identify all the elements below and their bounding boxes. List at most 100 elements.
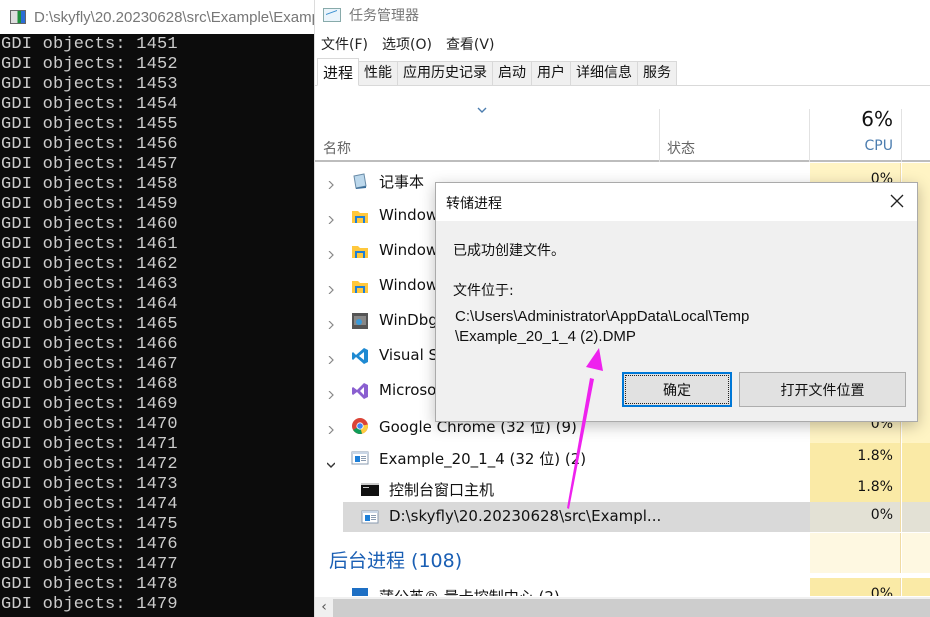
console-title: D:\skyfly\20.20230628\src\Example\Exampl… bbox=[34, 8, 314, 26]
dump-process-dialog: 转储进程 已成功创建文件。 文件位于: C:\Users\Administrat… bbox=[435, 182, 918, 422]
console-line: GDI objects: 1468 bbox=[1, 375, 178, 394]
chrome-icon bbox=[351, 417, 369, 435]
dialog-titlebar[interactable]: 转储进程 bbox=[436, 183, 917, 221]
group-cpu-cell bbox=[810, 533, 901, 573]
app-window-icon bbox=[351, 449, 369, 467]
column-cpu[interactable]: CPU bbox=[865, 138, 893, 154]
chevron-right-icon[interactable] bbox=[327, 209, 335, 225]
scroll-left-button[interactable]: ‹ bbox=[315, 597, 333, 617]
console-line: GDI objects: 1474 bbox=[1, 495, 178, 514]
windbg-icon bbox=[351, 312, 369, 330]
process-row[interactable]: 蒲公英® 量卡控制中心 (2) 0% bbox=[315, 578, 930, 596]
dialog-message: 已成功创建文件。 bbox=[453, 243, 565, 259]
folder-icon bbox=[351, 277, 369, 295]
tab-app-history[interactable]: 应用历史记录 bbox=[397, 61, 494, 85]
tab-processes[interactable]: 进程 bbox=[317, 58, 360, 86]
dialog-title: 转储进程 bbox=[446, 196, 502, 212]
console-line: GDI objects: 1465 bbox=[1, 315, 178, 334]
sort-chevron-icon[interactable] bbox=[477, 105, 487, 115]
process-name: 蒲公英® 量卡控制中心 (2) bbox=[379, 586, 560, 596]
process-row-selected[interactable]: D:\skyfly\20.20230628\src\Exampl... 0% bbox=[315, 502, 930, 532]
console-line: GDI objects: 1466 bbox=[1, 335, 178, 354]
console-line: GDI objects: 1458 bbox=[1, 175, 178, 194]
process-row[interactable]: Example_20_1_4 (32 位) (2) 1.8% bbox=[315, 443, 930, 474]
menu-bar: 文件(F) 选项(O) 查看(V) bbox=[315, 30, 930, 58]
chevron-right-icon[interactable] bbox=[327, 589, 335, 596]
folder-icon bbox=[351, 242, 369, 260]
process-row[interactable]: 控制台窗口主机 1.8% bbox=[315, 474, 930, 502]
chevron-right-icon[interactable] bbox=[327, 244, 335, 260]
visual-studio-icon bbox=[351, 382, 369, 400]
cpu-value: 1.8% bbox=[857, 479, 893, 495]
column-header: 名称 状态 6% CPU bbox=[315, 101, 930, 162]
console-line: GDI objects: 1479 bbox=[1, 595, 178, 614]
tab-startup[interactable]: 启动 bbox=[492, 61, 533, 85]
dump-path-line-1: C:\Users\Administrator\AppData\Local\Tem… bbox=[455, 308, 750, 325]
dump-file-path: C:\Users\Administrator\AppData\Local\Tem… bbox=[455, 307, 749, 347]
app-window-icon bbox=[361, 508, 379, 526]
column-divider[interactable] bbox=[901, 109, 902, 162]
console-line: GDI objects: 1478 bbox=[1, 575, 178, 594]
process-name: 记事本 bbox=[379, 173, 425, 191]
tab-details[interactable]: 详细信息 bbox=[570, 61, 639, 85]
console-line: GDI objects: 1472 bbox=[1, 455, 178, 474]
console-line: GDI objects: 1475 bbox=[1, 515, 178, 534]
notepad-icon bbox=[351, 172, 369, 190]
column-divider[interactable] bbox=[659, 109, 660, 162]
file-location-label: 文件位于: bbox=[453, 283, 514, 299]
scrollbar-thumb[interactable] bbox=[333, 599, 930, 617]
task-manager-title: 任务管理器 bbox=[349, 8, 419, 24]
chevron-down-icon[interactable] bbox=[326, 454, 336, 468]
chevron-right-icon[interactable] bbox=[327, 349, 335, 365]
column-divider[interactable] bbox=[809, 109, 810, 162]
chevron-right-icon[interactable] bbox=[327, 174, 335, 190]
process-name: D:\skyfly\20.20230628\src\Exampl... bbox=[389, 507, 662, 525]
horizontal-scrollbar[interactable]: ‹ bbox=[315, 597, 930, 617]
console-titlebar[interactable]: D:\skyfly\20.20230628\src\Example\Exampl… bbox=[0, 0, 314, 34]
folder-icon bbox=[351, 207, 369, 225]
cpu-value: 0% bbox=[870, 507, 893, 523]
console-line: GDI objects: 1461 bbox=[1, 235, 178, 254]
console-line: GDI objects: 1460 bbox=[1, 215, 178, 234]
dump-path-line-2: \Example_20_1_4 (2).DMP bbox=[455, 328, 636, 345]
console-line: GDI objects: 1467 bbox=[1, 355, 178, 374]
column-status[interactable]: 状态 bbox=[667, 138, 695, 158]
console-line: GDI objects: 1477 bbox=[1, 555, 178, 574]
open-file-location-button[interactable]: 打开文件位置 bbox=[739, 372, 906, 407]
task-manager-titlebar[interactable]: 任务管理器 bbox=[315, 0, 930, 30]
console-line: GDI objects: 1471 bbox=[1, 435, 178, 454]
menu-view[interactable]: 查看(V) bbox=[446, 34, 495, 54]
console-line: GDI objects: 1469 bbox=[1, 395, 178, 414]
console-line: GDI objects: 1463 bbox=[1, 275, 178, 294]
tab-services[interactable]: 服务 bbox=[637, 61, 678, 85]
tab-performance[interactable]: 性能 bbox=[358, 61, 399, 85]
menu-options[interactable]: 选项(O) bbox=[382, 34, 432, 54]
next-column-cell bbox=[902, 502, 930, 532]
console-window: D:\skyfly\20.20230628\src\Example\Exampl… bbox=[0, 0, 314, 617]
cpu-value: 0% bbox=[870, 586, 893, 596]
console-line: GDI objects: 1452 bbox=[1, 55, 178, 74]
console-line: GDI objects: 1456 bbox=[1, 135, 178, 154]
console-line: GDI objects: 1459 bbox=[1, 195, 178, 214]
console-line: GDI objects: 1451 bbox=[1, 35, 178, 54]
chevron-right-icon[interactable] bbox=[327, 419, 335, 435]
chevron-right-icon[interactable] bbox=[327, 384, 335, 400]
console-line: GDI objects: 1470 bbox=[1, 415, 178, 434]
cpu-value: 1.8% bbox=[857, 448, 893, 464]
close-icon[interactable] bbox=[887, 191, 907, 211]
app-icon bbox=[351, 587, 369, 596]
console-line: GDI objects: 1473 bbox=[1, 475, 178, 494]
column-name[interactable]: 名称 bbox=[323, 138, 351, 158]
console-line: GDI objects: 1453 bbox=[1, 75, 178, 94]
console-line: GDI objects: 1457 bbox=[1, 155, 178, 174]
next-column-cell bbox=[902, 443, 930, 474]
chevron-right-icon[interactable] bbox=[327, 279, 335, 295]
ok-button[interactable]: 确定 bbox=[622, 372, 732, 407]
tab-users[interactable]: 用户 bbox=[531, 61, 572, 85]
group-next-cell bbox=[902, 533, 930, 573]
chevron-right-icon[interactable] bbox=[327, 314, 335, 330]
console-line: GDI objects: 1476 bbox=[1, 535, 178, 554]
tab-bar: 进程 性能 应用历史记录 启动 用户 详细信息 服务 bbox=[315, 58, 930, 86]
menu-file[interactable]: 文件(F) bbox=[321, 34, 368, 54]
console-output: GDI objects: 1451 GDI objects: 1452 GDI ob… bbox=[0, 34, 314, 615]
